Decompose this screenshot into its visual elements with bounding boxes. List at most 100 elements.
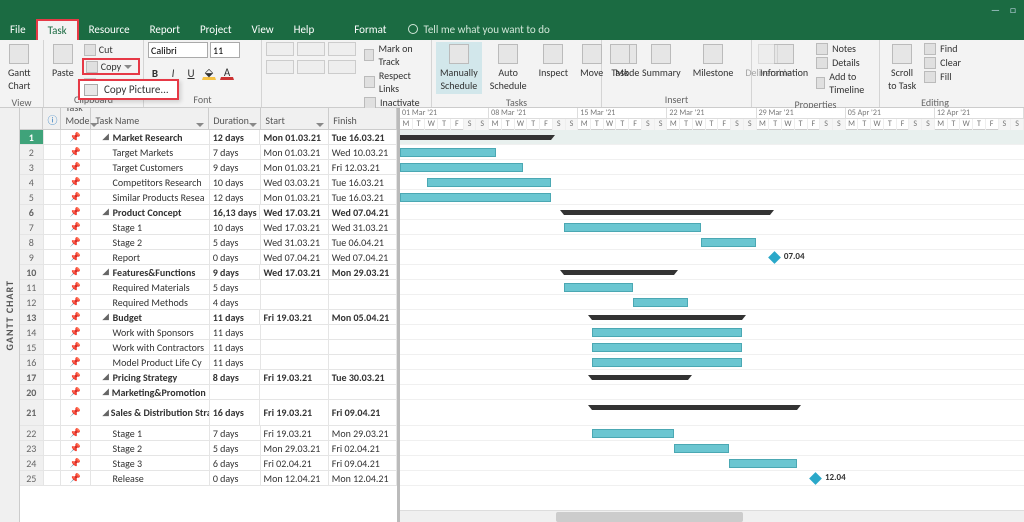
fill-button[interactable]: Fill (924, 70, 961, 83)
task-info-cell[interactable] (44, 280, 62, 294)
gantt-task-bar[interactable] (564, 223, 701, 232)
fill-color-button[interactable]: ⬙ (202, 66, 216, 80)
timeline-row[interactable]: 12.04 (400, 471, 1024, 486)
finish-cell[interactable] (329, 385, 397, 399)
row-number[interactable]: 8 (20, 235, 44, 249)
row-number[interactable]: 7 (20, 220, 44, 234)
timeline-row[interactable] (400, 280, 1024, 295)
task-name-cell[interactable]: Target Markets (91, 145, 210, 159)
task-info-cell[interactable] (44, 310, 62, 324)
start-cell[interactable]: Wed 31.03.21 (261, 235, 329, 249)
duration-cell[interactable]: 12 days (210, 190, 261, 204)
gantt-summary-bar[interactable] (564, 210, 770, 215)
row-number[interactable]: 15 (20, 340, 44, 354)
timeline-row[interactable] (400, 205, 1024, 220)
table-row[interactable]: 5📌Similar Products Resea12 daysMon 01.03… (20, 190, 397, 205)
task-mode-cell[interactable]: 📌 (61, 250, 90, 264)
duration-cell[interactable]: 16,13 days (210, 205, 261, 219)
start-cell[interactable]: Fri 19.03.21 (261, 426, 329, 440)
finish-cell[interactable]: Fri 12.03.21 (329, 160, 397, 174)
start-cell[interactable]: Mon 01.03.21 (260, 130, 328, 144)
task-name-cell[interactable]: Model Product Life Cy (91, 355, 210, 369)
row-number[interactable]: 11 (20, 280, 44, 294)
inspect-button[interactable]: Inspect (535, 42, 573, 81)
start-cell[interactable]: Wed 03.03.21 (261, 175, 329, 189)
font-size-select[interactable] (210, 42, 240, 58)
timeline-row[interactable] (400, 325, 1024, 340)
task-name-cell[interactable]: Similar Products Resea (91, 190, 210, 204)
task-info-cell[interactable] (44, 160, 62, 174)
table-row[interactable]: 22📌Stage 17 daysFri 19.03.21Mon 29.03.21 (20, 426, 397, 441)
table-row[interactable]: 10📌◢Features&Functions9 daysWed 17.03.21… (20, 265, 397, 280)
task-name-cell[interactable]: Stage 2 (91, 235, 210, 249)
finish-cell[interactable]: Tue 06.04.21 (329, 235, 397, 249)
task-info-cell[interactable] (44, 295, 62, 309)
gantt-task-bar[interactable] (633, 298, 688, 307)
gantt-task-bar[interactable] (400, 148, 496, 157)
grid-body[interactable]: 1📌◢Market Research12 daysMon 01.03.21Tue… (20, 130, 397, 486)
copy-button[interactable]: Copy (82, 58, 140, 75)
gantt-task-bar[interactable] (400, 163, 523, 172)
table-row[interactable]: 1📌◢Market Research12 daysMon 01.03.21Tue… (20, 130, 397, 145)
task-info-cell[interactable] (44, 385, 62, 399)
start-cell[interactable]: Mon 12.04.21 (261, 471, 329, 485)
insert-summary-button[interactable]: Summary (638, 42, 685, 81)
gantt-task-bar[interactable] (674, 444, 729, 453)
start-cell[interactable]: Fri 19.03.21 (260, 400, 328, 425)
task-name-cell[interactable]: ◢Market Research (91, 130, 210, 144)
task-mode-cell[interactable]: 📌 (61, 205, 90, 219)
duration-cell[interactable]: 10 days (210, 220, 261, 234)
finish-cell[interactable]: Mon 29.03.21 (329, 265, 397, 279)
bold-button[interactable]: B (148, 66, 162, 80)
menu-file[interactable]: File (0, 20, 36, 39)
task-mode-cell[interactable]: 📌 (61, 130, 90, 144)
start-cell[interactable] (261, 355, 329, 369)
start-cell[interactable]: Wed 17.03.21 (261, 220, 329, 234)
duration-cell[interactable]: 11 days (210, 355, 261, 369)
finish-cell[interactable]: Tue 30.03.21 (329, 370, 397, 384)
add-timeline-button[interactable]: Add to Timeline (816, 70, 875, 96)
table-row[interactable]: 7📌Stage 110 daysWed 17.03.21Wed 31.03.21 (20, 220, 397, 235)
menu-project[interactable]: Project (190, 20, 242, 39)
timeline-row[interactable] (400, 265, 1024, 280)
col-finish[interactable]: Finish (329, 108, 397, 129)
row-number[interactable]: 10 (20, 265, 44, 279)
finish-cell[interactable]: Tue 16.03.21 (329, 175, 397, 189)
underline-button[interactable]: U (184, 66, 198, 80)
task-mode-cell[interactable]: 📌 (61, 280, 90, 294)
start-cell[interactable]: Fri 19.03.21 (260, 370, 328, 384)
menu-format[interactable]: Format (344, 20, 396, 39)
task-mode-cell[interactable]: 📌 (61, 400, 90, 425)
collapse-icon[interactable]: ◢ (103, 387, 110, 397)
copy-picture-menuitem[interactable]: Copy Picture... (78, 79, 179, 100)
collapse-icon[interactable]: ◢ (103, 207, 111, 217)
start-cell[interactable]: Mon 01.03.21 (261, 190, 329, 204)
duration-cell[interactable]: 5 days (210, 235, 261, 249)
minimize-icon[interactable]: — (991, 3, 1000, 16)
details-button[interactable]: Details (816, 56, 875, 69)
notes-button[interactable]: Notes (816, 42, 875, 55)
task-name-cell[interactable]: ◢Pricing Strategy (91, 370, 210, 384)
start-cell[interactable] (260, 385, 328, 399)
task-info-cell[interactable] (44, 265, 62, 279)
finish-cell[interactable]: Mon 05.04.21 (329, 310, 397, 324)
task-name-cell[interactable]: Work with Sponsors (91, 325, 210, 339)
table-row[interactable]: 9📌Report0 daysWed 07.04.21Wed 07.04.21 (20, 250, 397, 265)
row-number[interactable]: 9 (20, 250, 44, 264)
start-cell[interactable] (261, 325, 329, 339)
collapse-icon[interactable]: ◢ (103, 372, 111, 382)
finish-cell[interactable]: Wed 07.04.21 (329, 250, 397, 264)
link-button[interactable] (266, 60, 294, 74)
task-name-cell[interactable]: ◢Sales & Distribution Strategy (91, 400, 210, 425)
timeline-row[interactable] (400, 160, 1024, 175)
collapse-icon[interactable]: ◢ (103, 312, 111, 322)
font-color-button[interactable]: A (220, 66, 234, 80)
table-row[interactable]: 23📌Stage 25 daysMon 29.03.21Fri 02.04.21 (20, 441, 397, 456)
task-mode-cell[interactable]: 📌 (61, 160, 90, 174)
duration-cell[interactable]: 9 days (210, 160, 261, 174)
task-mode-cell[interactable]: 📌 (61, 220, 90, 234)
row-number[interactable]: 14 (20, 325, 44, 339)
task-mode-cell[interactable]: 📌 (61, 190, 90, 204)
unlink-button[interactable] (297, 60, 325, 74)
task-name-cell[interactable]: Stage 3 (91, 456, 210, 470)
